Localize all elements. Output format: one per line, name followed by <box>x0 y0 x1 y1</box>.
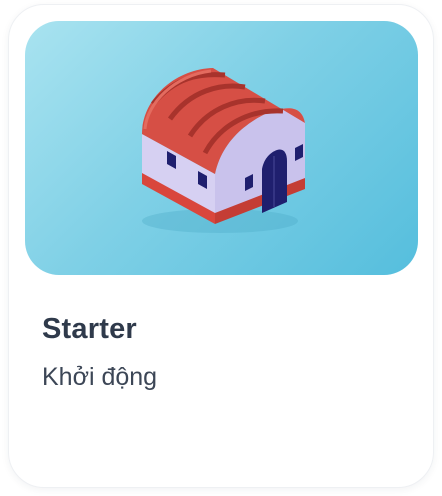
warehouse-icon <box>142 68 305 233</box>
plan-title: Starter <box>42 313 137 345</box>
plan-subtitle: Khởi động <box>42 363 158 391</box>
plan-card[interactable]: Starter Khởi động <box>8 4 434 488</box>
plan-illustration <box>25 21 418 275</box>
